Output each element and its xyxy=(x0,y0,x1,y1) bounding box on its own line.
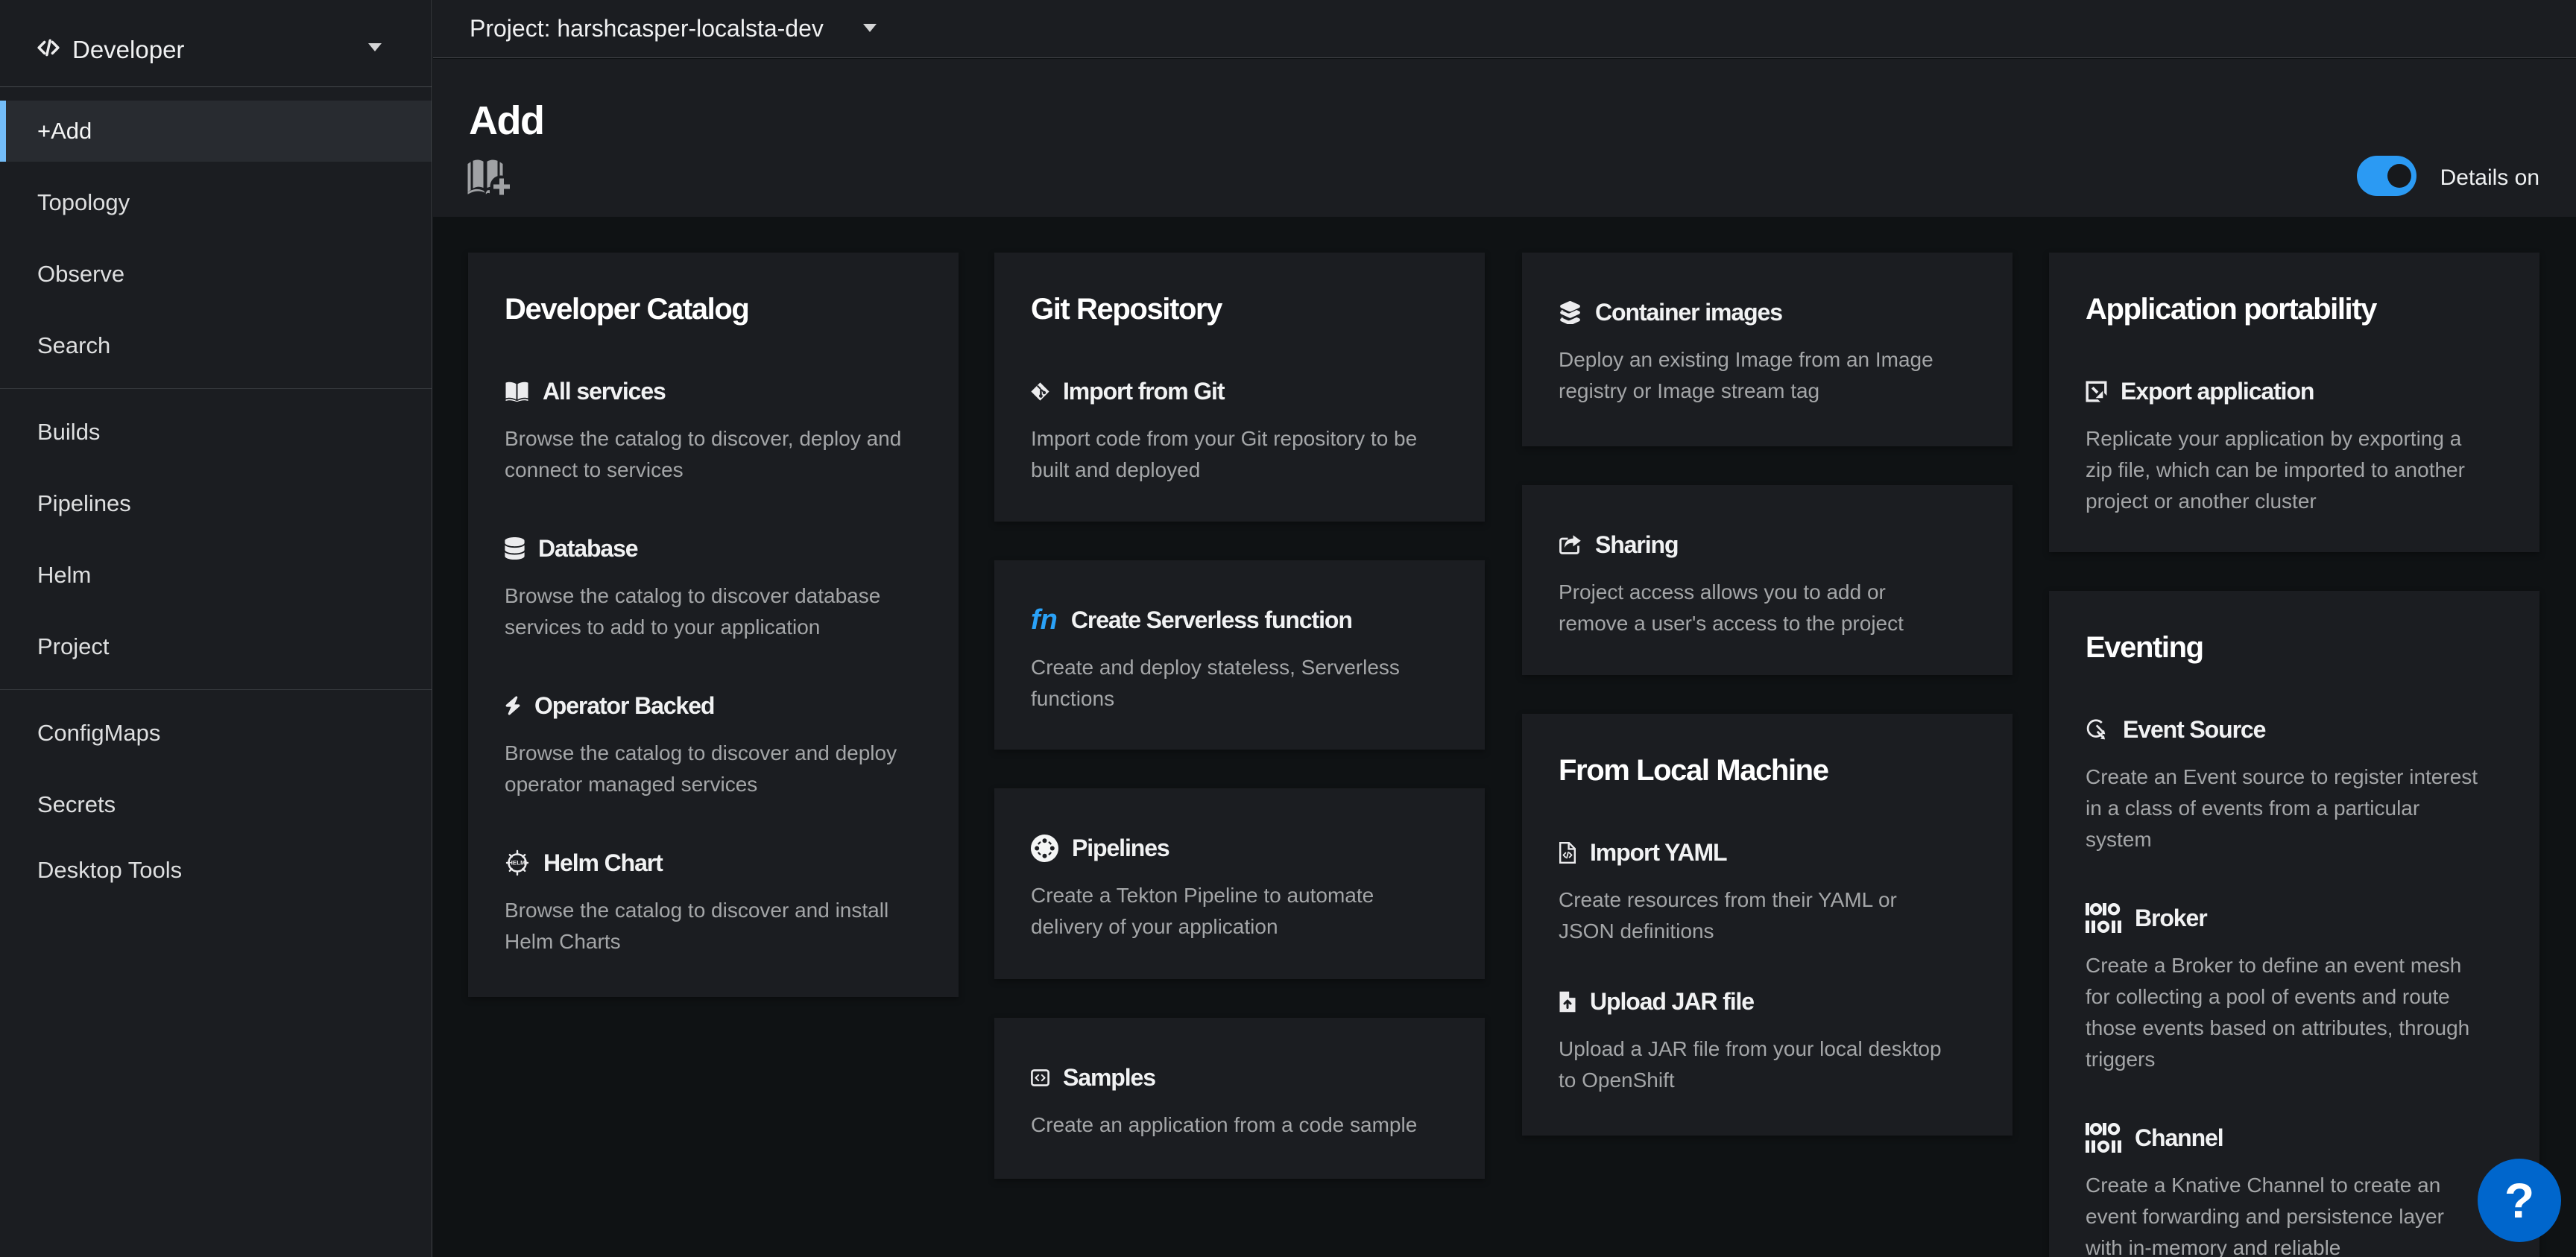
svg-text:HELM: HELM xyxy=(508,860,525,867)
